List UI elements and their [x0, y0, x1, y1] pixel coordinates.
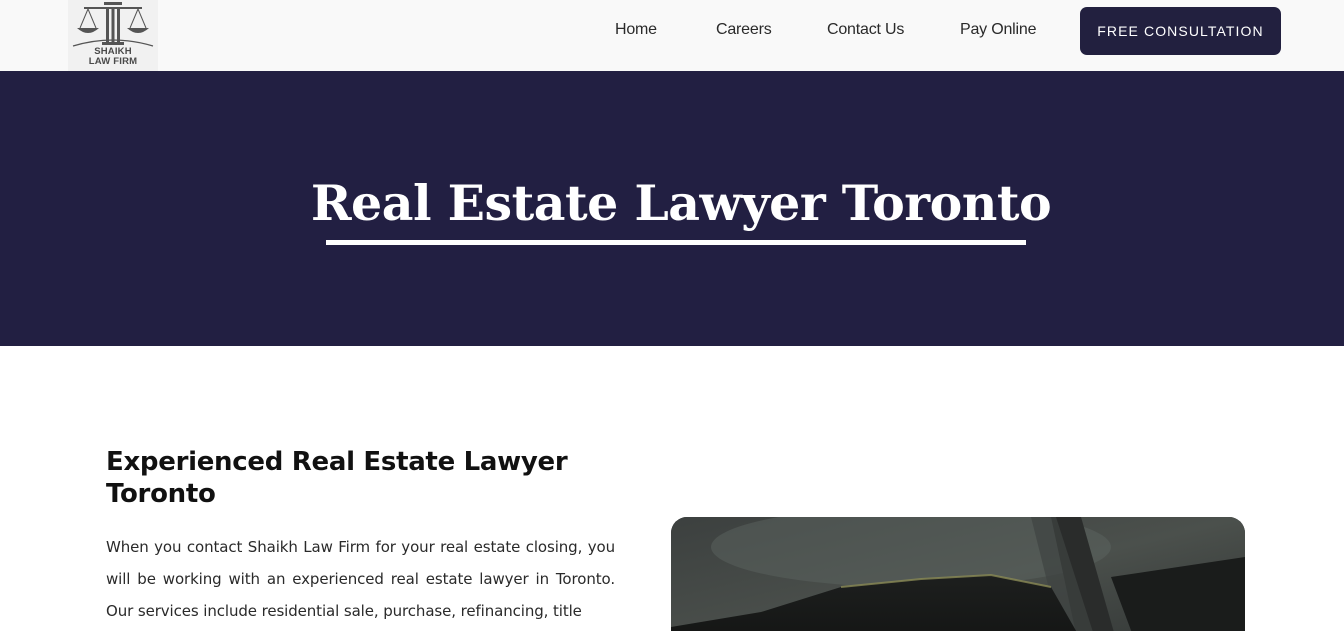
page-title: Real Estate Lawyer Toronto — [310, 174, 1052, 232]
nav-careers[interactable]: Careers — [716, 21, 772, 39]
nav-contact-us[interactable]: Contact Us — [827, 21, 904, 39]
site-header: SHAIKH LAW FIRM Home Careers Contact Us … — [0, 0, 1344, 71]
hero-banner: Real Estate Lawyer Toronto — [0, 71, 1344, 346]
section-paragraph: When you contact Shaikh Law Firm for you… — [106, 538, 615, 620]
title-underline — [326, 240, 1026, 245]
free-consultation-button[interactable]: FREE CONSULTATION — [1080, 7, 1281, 55]
nav-home[interactable]: Home — [615, 21, 657, 39]
section-heading: Experienced Real Estate Lawyer Toronto — [106, 447, 568, 509]
real-estate-photo — [671, 517, 1245, 631]
nav-pay-online[interactable]: Pay Online — [960, 21, 1036, 39]
